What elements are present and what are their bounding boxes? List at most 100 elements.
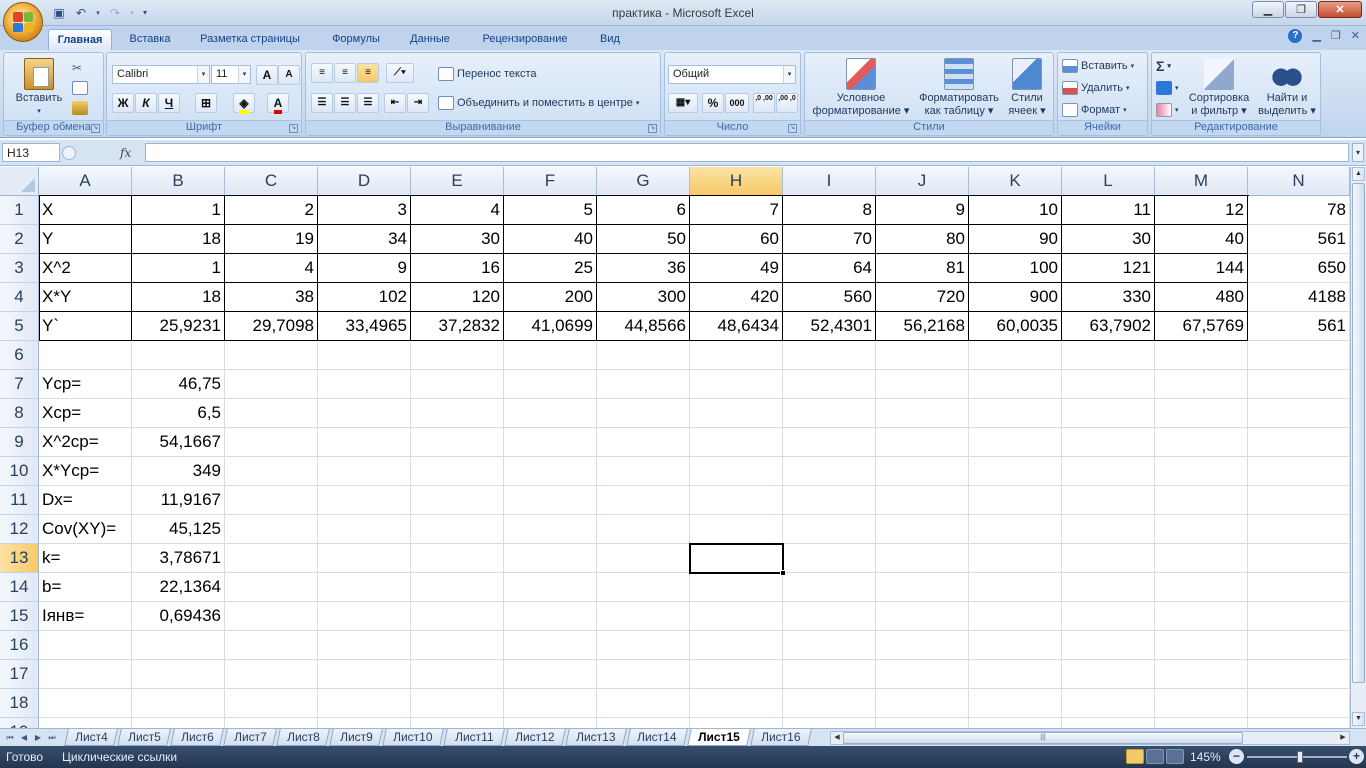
row-header-13[interactable]: 13 [0, 544, 39, 573]
grid-cell[interactable] [876, 370, 969, 399]
grid-cell[interactable] [504, 457, 597, 486]
prev-sheet-icon[interactable]: ◀ [18, 731, 30, 744]
cell-l3[interactable]: 121 [1062, 254, 1155, 283]
grid-cell[interactable] [1062, 370, 1155, 399]
decrease-decimal-button[interactable]: ,00 ,0 [776, 93, 798, 113]
first-sheet-icon[interactable]: ⏮ [4, 731, 16, 744]
grid-cell[interactable] [132, 341, 225, 370]
grid-cell[interactable] [783, 486, 876, 515]
grid-cell[interactable] [225, 515, 318, 544]
cell-a5[interactable]: Y` [39, 312, 132, 341]
grid-cell[interactable] [1248, 573, 1350, 602]
grid-cell[interactable] [1062, 544, 1155, 573]
orientation-button[interactable]: ⟋▾ [386, 63, 414, 83]
cell-i5[interactable]: 52,4301 [783, 312, 876, 341]
grid-cell[interactable] [504, 660, 597, 689]
grid-cell[interactable] [597, 660, 690, 689]
currency-button[interactable]: ▦▾ [668, 93, 698, 113]
grid-cell[interactable] [690, 486, 783, 515]
grid-cell[interactable] [411, 689, 504, 718]
grid-cell[interactable] [690, 689, 783, 718]
font-launcher-icon[interactable]: ↘ [289, 124, 298, 133]
grid-cell[interactable] [411, 631, 504, 660]
grid-cell[interactable] [876, 544, 969, 573]
cell-m3[interactable]: 144 [1155, 254, 1248, 283]
column-header-c[interactable]: C [225, 167, 318, 196]
column-header-j[interactable]: J [876, 167, 969, 196]
wrap-text-button[interactable]: Перенос текста [438, 65, 537, 83]
row-header-12[interactable]: 12 [0, 515, 39, 544]
row-header-14[interactable]: 14 [0, 573, 39, 602]
grid-cell[interactable] [1155, 515, 1248, 544]
underline-button[interactable]: Ч [158, 93, 180, 113]
grid-cell[interactable] [1248, 660, 1350, 689]
cell-c3[interactable]: 4 [225, 254, 318, 283]
grid-cell[interactable] [1155, 457, 1248, 486]
cell-c4[interactable]: 38 [225, 283, 318, 312]
cell-g5[interactable]: 44,8566 [597, 312, 690, 341]
grid-cell[interactable] [969, 515, 1062, 544]
cell-b12[interactable]: 45,125 [132, 515, 225, 544]
grid-cell[interactable] [597, 515, 690, 544]
column-header-k[interactable]: K [969, 167, 1062, 196]
cell-e3[interactable]: 16 [411, 254, 504, 283]
cell-g4[interactable]: 300 [597, 283, 690, 312]
cell-b1[interactable]: 1 [132, 196, 225, 225]
grid-cell[interactable] [1248, 457, 1350, 486]
cell-b9[interactable]: 54,1667 [132, 428, 225, 457]
grid-cell[interactable] [318, 718, 411, 728]
grid-cell[interactable] [1155, 399, 1248, 428]
column-header-f[interactable]: F [504, 167, 597, 196]
active-cell-cursor[interactable] [689, 543, 784, 574]
grid-cell[interactable] [876, 457, 969, 486]
grid-cell[interactable] [39, 341, 132, 370]
grid-cell[interactable] [318, 341, 411, 370]
conditional-formatting-button[interactable]: Условное форматирование ▾ [809, 58, 913, 118]
clipboard-launcher-icon[interactable]: ↘ [91, 124, 100, 133]
vertical-scrollbar[interactable]: ▲ ▼ [1350, 167, 1366, 728]
scroll-up-icon[interactable]: ▲ [1352, 167, 1365, 181]
grid-cell[interactable] [132, 631, 225, 660]
sheet-tab-11[interactable]: Лист11 [443, 729, 505, 746]
cell-b14[interactable]: 22,1364 [132, 573, 225, 602]
grid-cell[interactable] [411, 573, 504, 602]
cell-c5[interactable]: 29,7098 [225, 312, 318, 341]
sheet-tab-10[interactable]: Лист10 [382, 729, 444, 746]
delete-cells-button[interactable]: Удалить ▾ [1062, 79, 1130, 97]
cell-f3[interactable]: 25 [504, 254, 597, 283]
cell-n3[interactable]: 650 [1248, 254, 1350, 283]
copy-button[interactable] [72, 79, 88, 97]
grid-cell[interactable] [876, 486, 969, 515]
row-header-4[interactable]: 4 [0, 283, 39, 312]
sheet-tab-6[interactable]: Лист6 [170, 729, 224, 746]
grid-cell[interactable] [783, 399, 876, 428]
grid-cell[interactable] [783, 718, 876, 728]
grid-cell[interactable] [690, 341, 783, 370]
increase-decimal-button[interactable]: ,0 ,00 [753, 93, 775, 113]
cell-k3[interactable]: 100 [969, 254, 1062, 283]
cut-button[interactable]: ✂ [72, 59, 88, 77]
grid-cell[interactable] [1062, 457, 1155, 486]
grid-cell[interactable] [318, 486, 411, 515]
column-header-b[interactable]: B [132, 167, 225, 196]
grid-cell[interactable] [597, 399, 690, 428]
cell-a10[interactable]: X*Yср= [39, 457, 132, 486]
cell-n5[interactable]: 561 [1248, 312, 1350, 341]
office-button[interactable] [3, 2, 43, 42]
cell-d5[interactable]: 33,4965 [318, 312, 411, 341]
row-header-16[interactable]: 16 [0, 631, 39, 660]
grid-cell[interactable] [597, 428, 690, 457]
grid-cell[interactable] [504, 602, 597, 631]
align-right-button[interactable]: ☰ [357, 93, 379, 113]
grid-cell[interactable] [1248, 370, 1350, 399]
paste-button[interactable]: Вставить ▾ [14, 58, 64, 118]
sheet-tab-8[interactable]: Лист8 [276, 729, 330, 746]
spreadsheet-grid[interactable]: A B C D E F G H I J K L M N 1 2 3 4 5 6 7 8 9 10 11 12 13 14 15 16 17 1… [0, 167, 1350, 728]
help-icon[interactable]: ? [1288, 29, 1303, 43]
tab-review[interactable]: Рецензирование [468, 29, 582, 50]
cell-f1[interactable]: 5 [504, 196, 597, 225]
formula-input[interactable] [145, 143, 1349, 162]
grid-cell[interactable] [318, 515, 411, 544]
page-layout-view-icon[interactable] [1146, 749, 1164, 764]
font-color-button[interactable]: A [267, 93, 289, 114]
